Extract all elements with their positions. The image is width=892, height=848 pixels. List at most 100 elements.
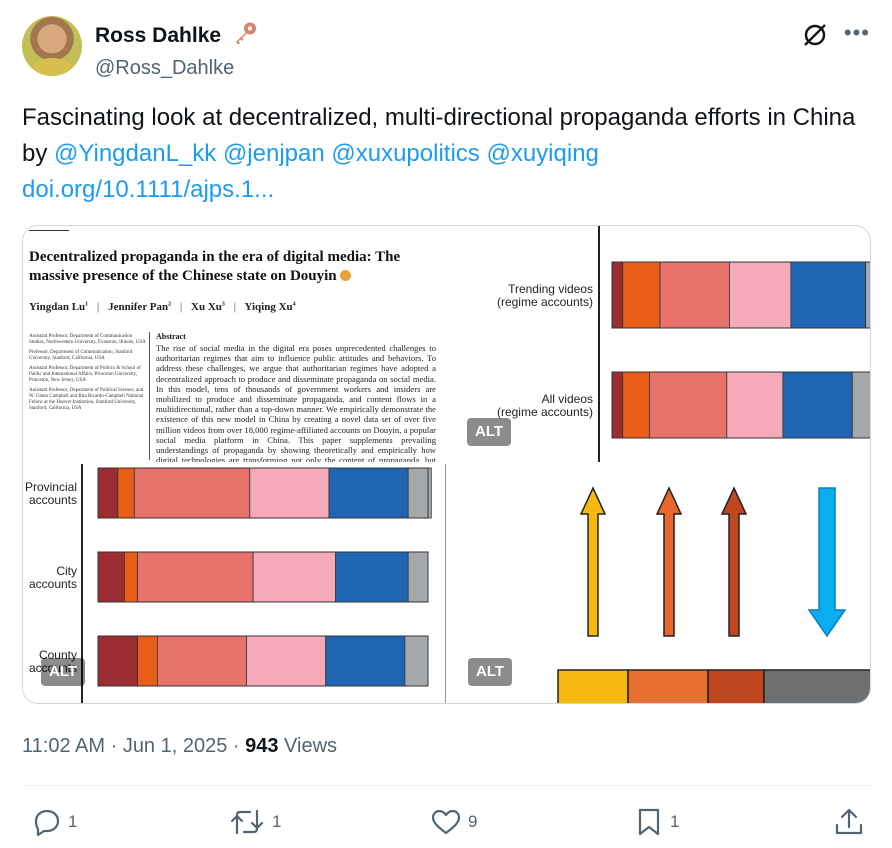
bar-segment [851,371,870,439]
open-access-icon [340,270,352,281]
heart-icon [431,809,461,835]
media-image-chart-videos[interactable]: Trending videos (regime accounts) All vide… [445,226,870,462]
more-options-icon[interactable]: ••• [844,22,870,44]
bar-segment [407,551,429,603]
bar-segment [156,635,247,687]
paper-title: Decentralized propaganda in the era of d… [29,248,429,286]
column-divider [149,332,150,460]
divider [22,785,872,786]
media-image-arrows[interactable]: ALT [445,464,870,703]
bar-segment [865,261,870,329]
accounts-chart: Provincial accountsCity accountsCounty acco… [25,464,432,703]
bar-segment [117,467,135,519]
down-arrow [807,487,847,638]
bar-segment [325,635,406,687]
category-label-line: (regime accounts) [497,405,593,419]
alt-badge[interactable]: ALT [41,658,86,686]
reply-icon [34,809,60,837]
legend-block [763,669,870,703]
abstract-body: The rise of social media in the digital … [156,343,436,462]
mention-link[interactable]: @jenjpan [223,140,325,167]
bar-segment [133,467,251,519]
grok-icon[interactable] [802,22,828,53]
paper-authors: Yingdan Lu1 | Jennifer Pan2 | Xu Xu3 | Y… [29,301,296,313]
share-button[interactable] [832,805,872,839]
affiliation: Assistant Professor, Department of Commu… [29,334,146,345]
bar-segment [137,635,158,687]
reply-count: 1 [68,812,78,831]
views-label: Views [278,735,338,757]
alt-badge[interactable]: ALT [467,418,512,446]
category-label-line: City [56,564,77,578]
author-block: Ross Dahlke @Ross_Dahlke [95,21,258,80]
category-label-line: accounts [29,493,77,507]
bar-segment [124,551,139,603]
category-label: All videos (regime accounts) [497,392,593,419]
bar-segment [335,551,409,603]
repost-icon [230,809,264,835]
key-emoji-icon [232,21,258,51]
post-date[interactable]: Jun 1, 2025 [123,735,228,757]
author-name: Yingdan Lu [29,301,86,313]
bar-segment [97,551,125,603]
avatar[interactable] [22,16,82,76]
affiliation: Assistant Professor, Department of Polit… [29,366,141,383]
media-image-paper[interactable]: Decentralized propaganda in the era of d… [23,226,443,462]
legend-block [707,669,765,703]
bookmark-button[interactable]: 1 [634,805,679,839]
tweet-text: Fascinating look at decentralized, multi… [22,100,862,208]
mention-link[interactable]: @xuyiqing [486,140,598,167]
mention-link[interactable]: @xuxupolitics [331,140,479,167]
category-label-line: accounts [29,577,77,591]
category-label-line: Provincial [25,480,77,494]
media-image-chart-accounts[interactable]: Provincial accounts City accounts County acco… [23,464,443,703]
up-arrow [720,486,748,637]
bar-segment [97,635,138,687]
bar-segment [659,261,730,329]
bookmark-icon [638,808,660,836]
bookmark-count: 1 [670,812,680,831]
tweet-timestamp: 11:02 AM · Jun 1, 2025 · 943 Views [22,733,337,759]
category-label-line: Trending videos [508,282,593,296]
bar-segment [97,467,119,519]
bar-segment [622,261,661,329]
bar-segment [790,261,867,329]
affiliation: Professor, Department of Communication, … [29,350,133,361]
bar-segment [782,371,853,439]
bar-segment [328,467,409,519]
category-label: Provincial accounts [25,480,77,507]
bar-segment [729,261,792,329]
category-label-line: All videos [542,392,593,406]
author-name: Xu Xu [191,301,222,313]
separator: · [105,735,123,757]
bar-segment [611,371,624,439]
repost-button[interactable]: 1 [228,805,281,839]
display-name[interactable]: Ross Dahlke [95,24,221,47]
rule [29,230,69,231]
display-name-row[interactable]: Ross Dahlke [95,21,258,51]
bar-segment [404,635,429,687]
bar-segment [252,551,337,603]
like-button[interactable]: 9 [430,805,477,839]
bar-segment [137,551,254,603]
legend-block [557,669,629,703]
views-count: 943 [245,735,279,757]
share-icon [835,808,863,835]
legend-block [627,669,709,703]
category-label-line: (regime accounts) [497,295,593,309]
author-name: Jennifer Pan [108,301,169,313]
bar-segment [622,371,650,439]
affiliation: Assistant Professor, Department of Polit… [29,388,144,411]
post-time[interactable]: 11:02 AM [22,735,105,757]
bar-segment [648,371,728,439]
bar-segment [726,371,784,439]
bar-segment [249,467,330,519]
doi-link[interactable]: doi.org/10.1111/ajps.1... [22,176,274,203]
category-label: Trending videos (regime accounts) [497,282,593,309]
reply-button[interactable]: 1 [30,805,77,839]
category-label: City accounts [29,564,77,591]
handle[interactable]: @Ross_Dahlke [95,56,258,80]
alt-badge[interactable]: ALT [468,658,513,686]
author-name: Yiqing Xu [244,301,293,313]
mention-link[interactable]: @YingdanL_kk [54,140,216,167]
